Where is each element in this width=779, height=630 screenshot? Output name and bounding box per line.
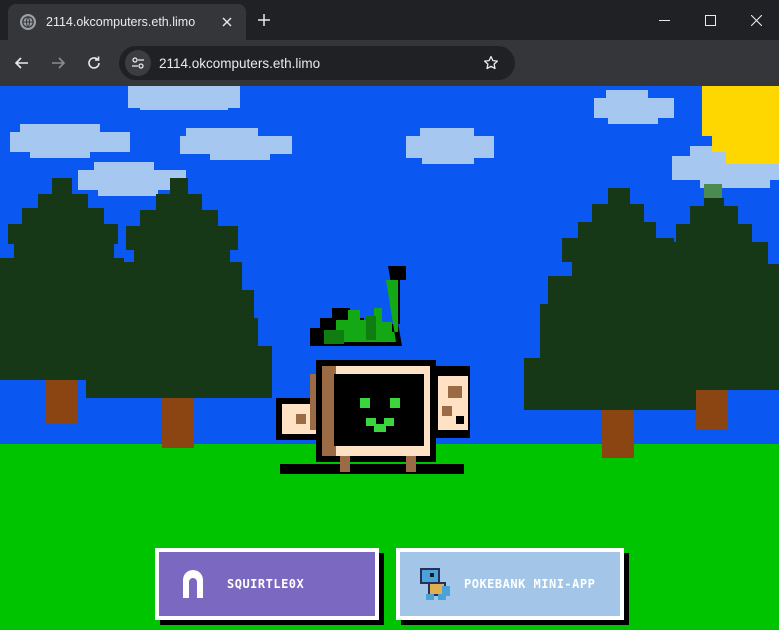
new-tab-icon[interactable] <box>254 10 274 30</box>
ok-computer-character <box>276 266 470 474</box>
browser-tab[interactable]: 2114.okcomputers.eth.limo <box>8 4 246 40</box>
globe-icon <box>20 14 36 30</box>
squirtle0x-label: SQUIRTLE0X <box>227 577 305 591</box>
squirtle0x-button[interactable]: SQUIRTLE0X <box>155 548 379 620</box>
arch-icon <box>175 560 211 608</box>
pixel-scene: SQUIRTLE0X POKEBANK MINI-APP <box>0 86 779 630</box>
minimize-icon[interactable] <box>641 0 687 40</box>
tree-center-left <box>86 178 272 448</box>
squirtle-icon <box>410 560 458 608</box>
close-tab-icon[interactable] <box>218 13 236 31</box>
bookmark-star-icon[interactable] <box>481 53 501 73</box>
pokebank-mini-app-button[interactable]: POKEBANK MINI-APP <box>396 548 624 620</box>
site-settings-icon[interactable] <box>125 50 151 76</box>
close-window-icon[interactable] <box>733 0 779 40</box>
maximize-icon[interactable] <box>687 0 733 40</box>
tab-strip: 2114.okcomputers.eth.limo <box>0 0 779 40</box>
forward-arrow-icon[interactable] <box>44 49 72 77</box>
page-viewport: SQUIRTLE0X POKEBANK MINI-APP <box>0 86 779 630</box>
tab-title: 2114.okcomputers.eth.limo <box>46 15 196 29</box>
reload-icon[interactable] <box>80 49 108 77</box>
pokebank-mini-app-label: POKEBANK MINI-APP <box>464 577 596 591</box>
url-text[interactable]: 2114.okcomputers.eth.limo <box>159 56 481 71</box>
browser-toolbar: 2114.okcomputers.eth.limo <box>0 40 779 86</box>
back-arrow-icon[interactable] <box>8 49 36 77</box>
address-bar[interactable]: 2114.okcomputers.eth.limo <box>119 46 515 80</box>
